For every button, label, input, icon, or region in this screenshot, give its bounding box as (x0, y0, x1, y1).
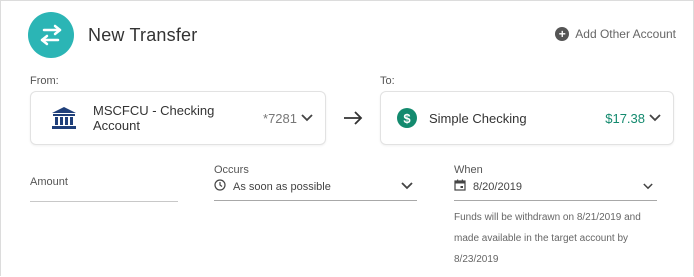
to-label: To: (380, 75, 395, 87)
add-other-account-label: Add Other Account (575, 27, 676, 41)
funds-availability-note: Funds will be withdrawn on 8/21/2019 and… (454, 212, 641, 265)
chevron-down-icon (401, 181, 413, 193)
from-account-number: *7281 (263, 110, 297, 126)
from-account-select[interactable]: MSCFCU - Checking Account *7281 (30, 91, 326, 145)
from-account-name: MSCFCU - Checking Account (93, 103, 215, 133)
bank-icon (51, 105, 77, 131)
to-account-name: Simple Checking (429, 110, 527, 126)
when-label: When (454, 164, 483, 176)
amount-label: Amount (30, 176, 68, 188)
page-title: New Transfer (88, 25, 198, 45)
transfer-arrows-icon (28, 12, 74, 58)
occurs-select[interactable]: As soon as possible (214, 179, 417, 201)
when-date-select[interactable]: 8/20/2019 (454, 179, 657, 201)
clock-icon (214, 179, 226, 194)
chevron-down-icon (301, 112, 313, 124)
when-value: 8/20/2019 (473, 180, 522, 193)
occurs-value: As soon as possible (233, 180, 331, 193)
amount-input[interactable] (30, 201, 178, 202)
dollar-icon: $ (397, 108, 417, 128)
chevron-down-icon (649, 112, 661, 124)
plus-circle-icon: + (555, 27, 570, 41)
from-label: From: (30, 75, 59, 87)
arrow-right-icon (343, 110, 363, 126)
chevron-down-icon (643, 181, 653, 193)
calendar-icon (454, 179, 466, 194)
add-other-account-button[interactable]: + Add Other Account (555, 27, 676, 41)
to-account-balance: $17.38 (605, 110, 645, 126)
to-account-select[interactable]: $ Simple Checking $17.38 (380, 91, 674, 145)
occurs-label: Occurs (214, 164, 249, 176)
